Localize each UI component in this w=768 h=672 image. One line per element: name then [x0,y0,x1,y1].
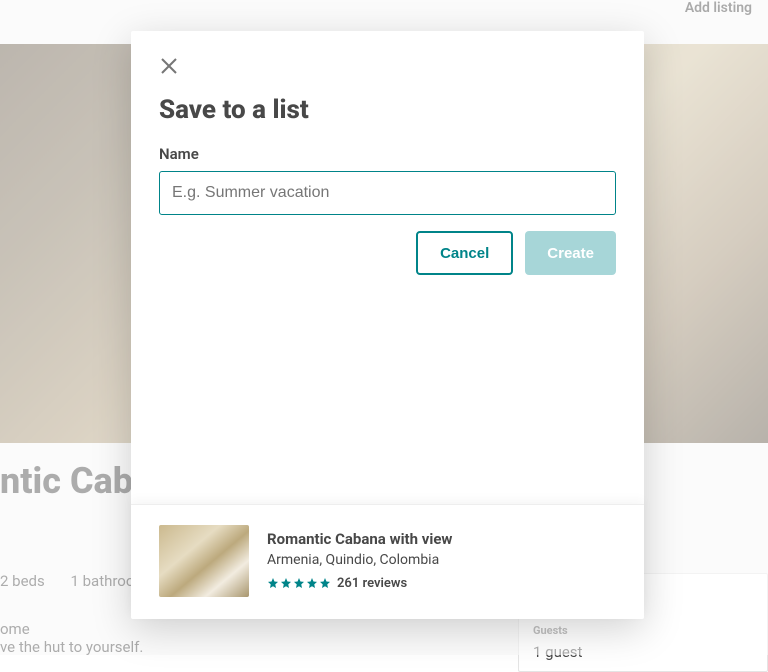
close-button[interactable] [159,57,179,77]
list-name-input[interactable] [159,171,616,215]
reviews-count: 261 reviews [337,576,407,591]
listing-info: Romantic Cabana with view Armenia, Quind… [267,530,452,593]
star-icon [267,574,279,593]
name-label: Name [159,145,616,163]
star-icon [319,574,331,593]
rating-row: 261 reviews [267,574,452,593]
star-icon [293,574,305,593]
modal-footer: Romantic Cabana with view Armenia, Quind… [131,504,644,619]
button-row: Cancel Create [159,231,616,275]
star-icon [280,574,292,593]
star-rating [267,574,331,593]
save-to-list-modal: Save to a list Name Cancel Create Romant… [131,31,644,619]
listing-location: Armenia, Quindio, Colombia [267,552,452,568]
create-button[interactable]: Create [525,231,616,275]
modal-body: Save to a list Name Cancel Create [131,31,644,275]
modal-title: Save to a list [159,95,616,125]
star-icon [306,574,318,593]
cancel-button[interactable]: Cancel [416,231,513,275]
listing-thumbnail [159,525,249,597]
listing-title: Romantic Cabana with view [267,530,452,548]
close-icon [161,58,177,77]
